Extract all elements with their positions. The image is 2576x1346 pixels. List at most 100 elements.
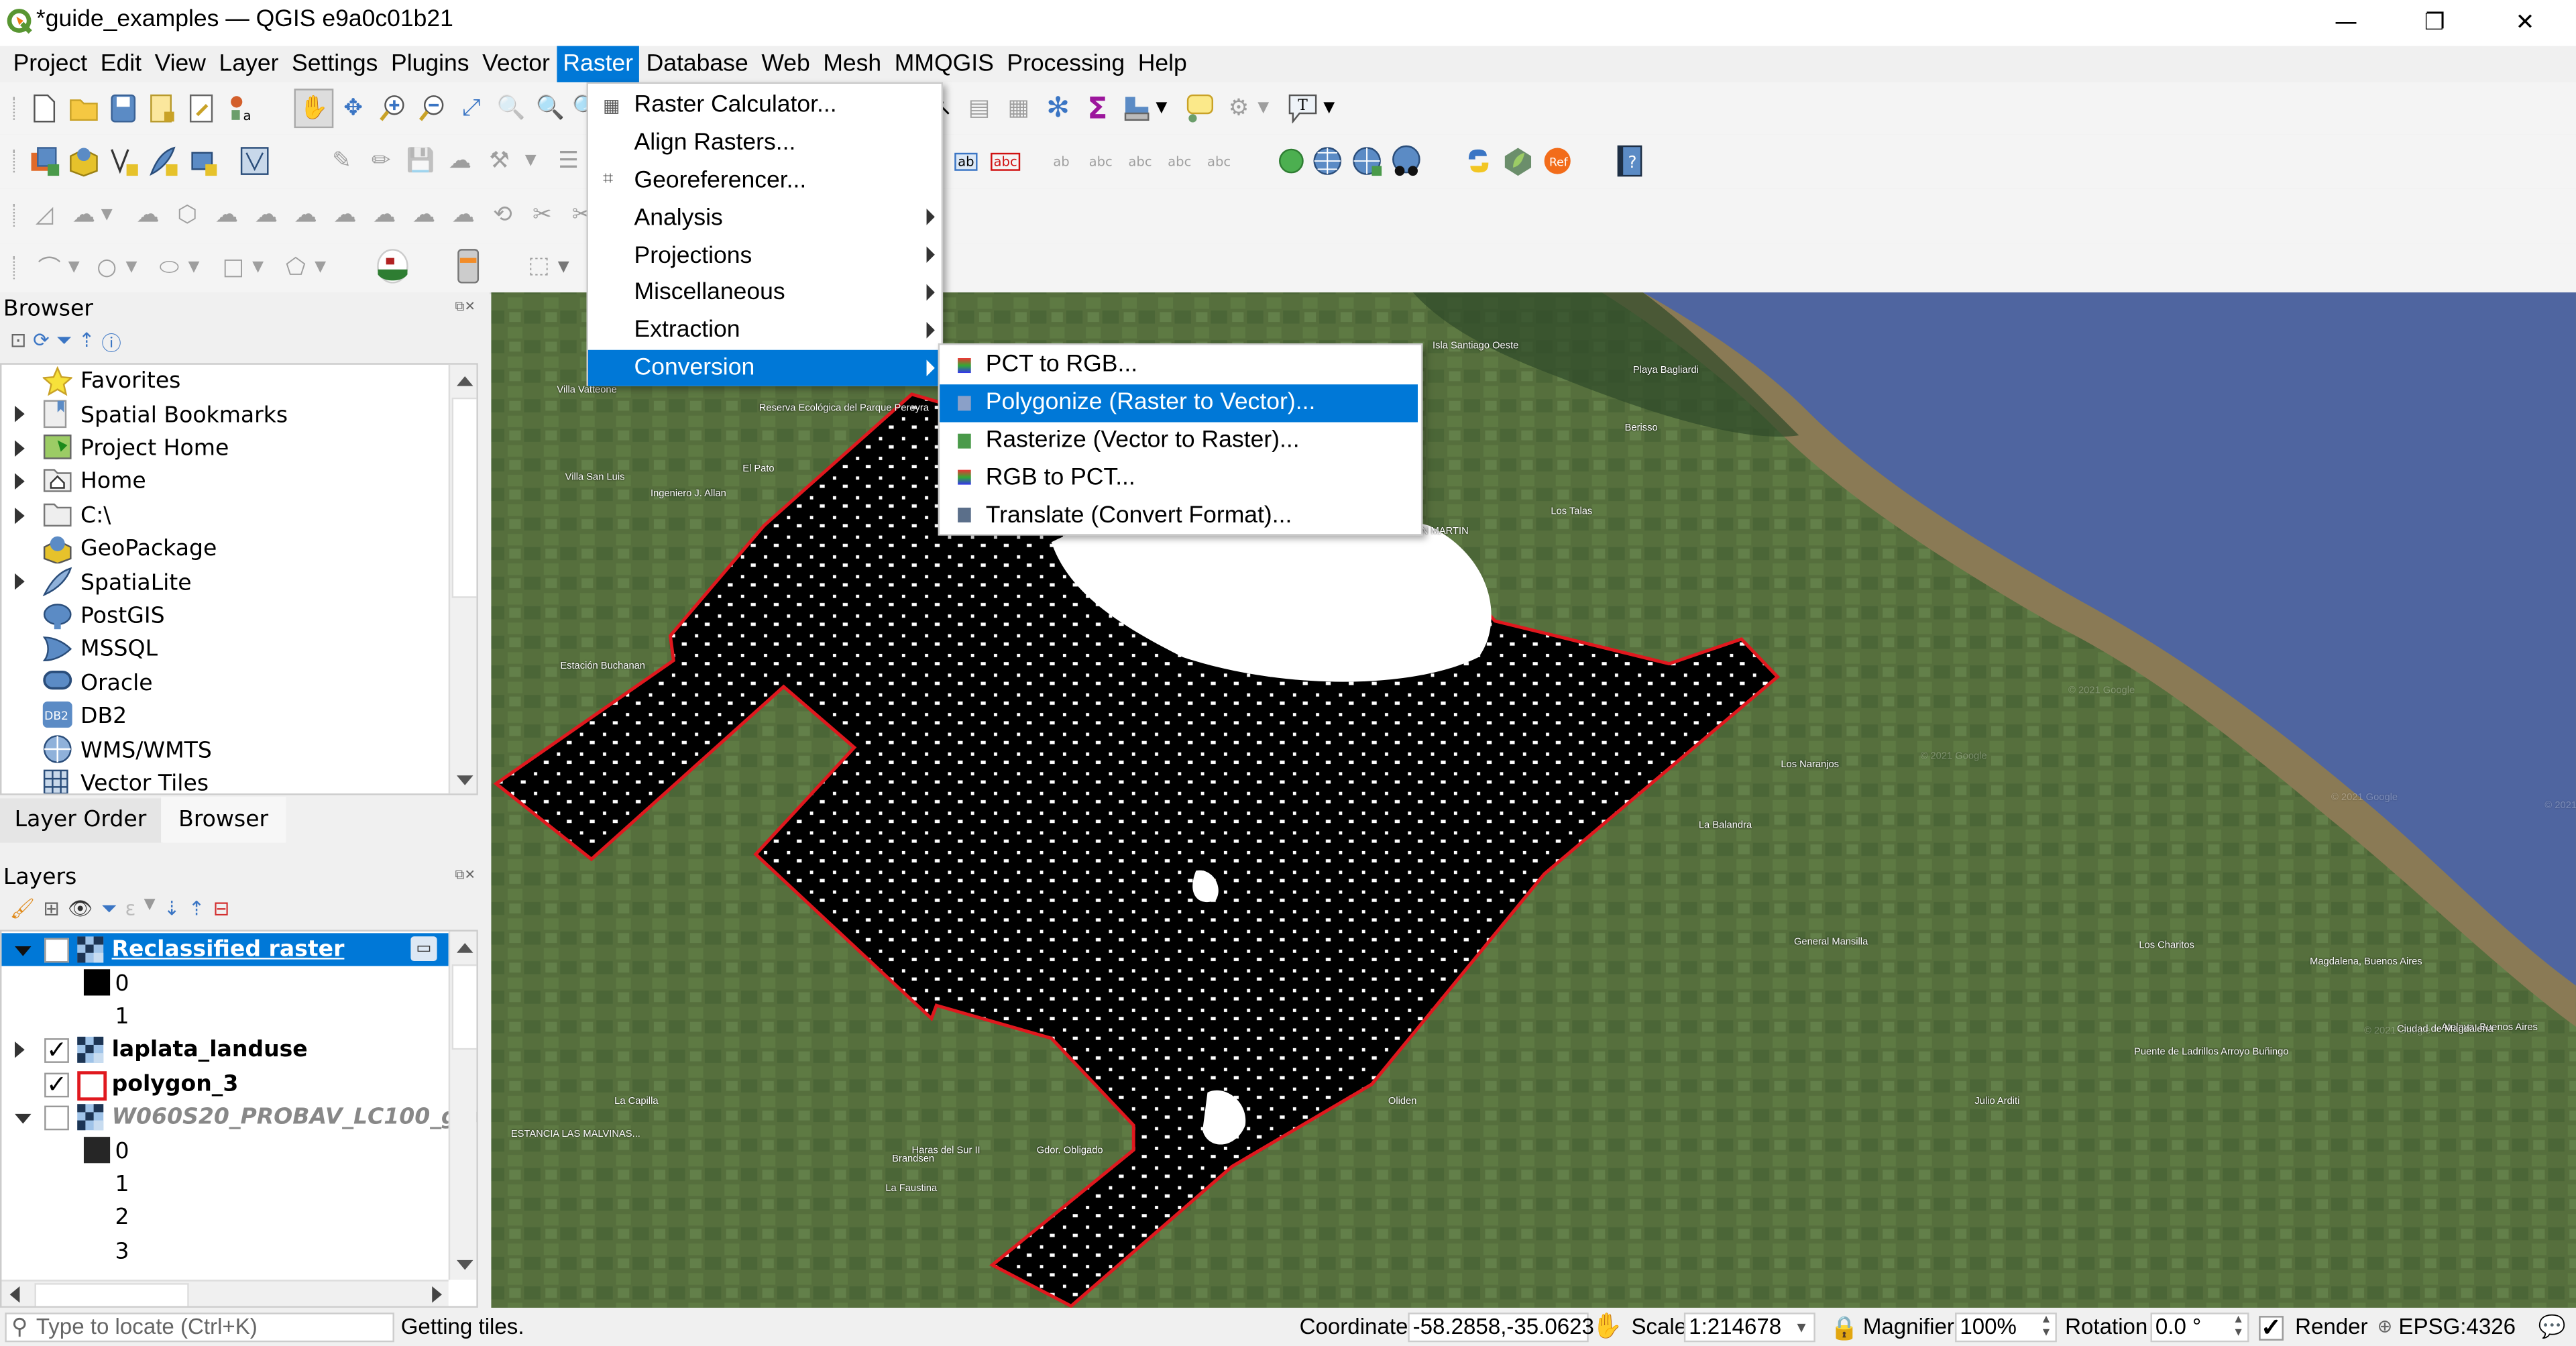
map-canvas[interactable]: Isla Santiago Oeste Playa Bagliardi Beriss… [491,292,2576,1308]
layer-item-polygon-3[interactable]: ✓ polygon_3 [1,1067,448,1101]
open-layer-styling-icon[interactable]: 🖌 [10,897,35,921]
add-part-icon[interactable]: ☁ [249,199,282,231]
add-group-icon[interactable]: ⊞ [43,897,60,921]
new-spatialite-layer-icon[interactable] [146,145,179,178]
plugin-leaf-icon[interactable] [1502,145,1534,178]
raster-menu-item-extraction[interactable]: Extraction [588,312,938,349]
add-selected-layers-icon[interactable]: ⊡ [10,329,27,357]
reshape-features-icon[interactable]: ☁ [408,199,441,231]
show-hide-labels-icon[interactable]: abc [1084,145,1117,178]
reverse-line-icon[interactable]: ⟲ [486,199,519,231]
new-geopackage-layer-icon[interactable] [67,145,100,178]
menu-web[interactable]: Web [755,46,817,82]
layer-item-reclassified-raster[interactable]: ✓ Reclassified raster ▭ [1,933,449,967]
add-circle-icon[interactable]: ○ [91,251,123,284]
collapse-arrow-icon[interactable] [15,1113,32,1124]
locator-search-input[interactable]: ⚲ Type to locate (Ctrl+K) [5,1312,394,1343]
move-feature-dropdown-icon[interactable]: ▼ [99,199,115,231]
menu-mmqgis[interactable]: MMQGIS [888,46,1001,82]
panel-float-close-icons[interactable]: ⧉✕ [455,299,475,315]
pin-labels-icon[interactable]: ab [1045,145,1078,178]
layer-indicator-icon[interactable]: ▭ [410,936,437,962]
collapse-all-icon[interactable]: ⇡ [78,329,95,357]
scroll-up-icon[interactable] [456,376,473,386]
toolbar-grip[interactable] [13,203,18,227]
browser-item-wms-wmts[interactable]: WMS/WMTS [1,733,448,767]
browser-item-home[interactable]: Home [1,465,448,499]
zoom-to-selection-icon[interactable]: 🔍 [494,92,527,125]
refresh-icon[interactable]: ⟳ [33,329,50,357]
collapse-all-icon[interactable]: ⇡ [188,897,205,921]
vertex-dropdown-icon[interactable]: ▼ [522,145,539,178]
menu-settings[interactable]: Settings [285,46,384,82]
move-feature-icon[interactable]: ☁ [67,199,100,231]
zoom-out-icon[interactable] [416,92,449,125]
raster-menu-item-raster-calculator[interactable]: ▦ Raster Calculator... [588,87,938,125]
browser-item-c[interactable]: C:\ [1,499,448,532]
raster-menu-item-conversion[interactable]: Conversion [587,349,938,387]
filter-by-expression-icon[interactable]: ε [125,897,136,921]
new-print-layout-icon[interactable] [146,92,179,125]
expand-arrow-icon[interactable] [15,439,25,457]
save-edits-icon[interactable]: 💾 [404,145,437,178]
add-regular-polygon-icon[interactable]: ⬠ [279,251,312,284]
menu-raster[interactable]: Raster [556,46,640,82]
data-source-manager-icon[interactable] [28,145,61,178]
browser-scrollbar[interactable] [448,364,477,794]
scroll-up-icon[interactable] [456,943,473,953]
delete-ring-icon[interactable]: ☁ [329,199,361,231]
layers-horizontal-scrollbar[interactable] [1,1280,449,1306]
expand-arrow-icon[interactable] [15,1042,25,1059]
toolbar-grip[interactable] [13,256,18,280]
raster-menu-item-projections[interactable]: Projections [588,237,938,274]
raster-menu-item-analysis[interactable]: Analysis [588,199,938,237]
scale-combobox[interactable]: 1:214678 ▼ [1683,1312,1815,1343]
conversion-item-rgb-to-pct[interactable]: RGB to PCT... [940,459,1418,496]
pan-to-selection-icon[interactable]: ✥ [337,92,370,125]
filter-legend-icon[interactable]: ⏷ [101,897,117,921]
scrollbar-thumb[interactable] [451,397,477,598]
raster-menu-item-georeferencer[interactable]: ⌗ Georeferencer... [588,162,938,200]
menu-project[interactable]: Project [7,46,94,82]
scroll-down-icon[interactable] [456,775,473,785]
browser-item-postgis[interactable]: PostGIS [1,600,448,633]
conversion-item-pct-to-rgb[interactable]: PCT to RGB... [940,347,1418,384]
wms-search-icon[interactable] [1311,145,1344,178]
expand-arrow-icon[interactable] [15,473,25,490]
filter-dropdown-icon[interactable]: ▼ [144,897,156,921]
toolbar-grip[interactable] [13,97,18,120]
scroll-left-icon[interactable] [9,1286,20,1303]
python-console-icon[interactable] [1462,145,1495,178]
modify-attributes-icon[interactable]: ☰ [552,145,585,178]
fill-ring-icon[interactable]: ☁ [289,199,322,231]
render-checkbox[interactable]: ✓ [2259,1316,2284,1341]
messages-icon[interactable]: 💬 [2538,1314,2566,1341]
layer-visibility-checkbox[interactable]: ✓ [44,937,69,963]
open-attribute-table-icon[interactable]: ▤ [962,92,995,125]
tab-layer-order[interactable]: Layer Order [0,798,163,843]
raster-menu-item-miscellaneous[interactable]: Miscellaneous [588,274,938,312]
conversion-item-translate-convert-format[interactable]: Translate (Convert Format)... [940,496,1418,534]
browser-item-db2[interactable]: DB2 DB2 [1,700,448,734]
restore-button[interactable]: ❐ [2397,0,2473,46]
browser-item-spatialite[interactable]: SpatiaLite [1,566,448,600]
menu-view[interactable]: View [148,46,213,82]
layer-diagram-options-icon[interactable]: abc [989,145,1022,178]
measure-line-icon[interactable] [1121,92,1154,125]
scroll-right-icon[interactable] [432,1286,442,1303]
layer-visibility-checkbox[interactable] [44,1105,69,1131]
browser-item-geopackage[interactable]: GeoPackage [1,532,448,566]
manage-visibility-eye-icon[interactable]: 👁 [68,897,93,921]
menu-plugins[interactable]: Plugins [384,46,475,82]
tab-browser[interactable]: Browser [161,797,286,843]
field-calculator-icon[interactable]: ▦ [1002,92,1035,125]
browser-item-mssql[interactable]: MSSQL [1,633,448,667]
farm-plugin-icon[interactable] [376,249,409,284]
raster-menu-item-align-rasters[interactable]: Align Rasters... [588,125,938,162]
run-action-icon[interactable]: ⚙ [1223,92,1255,125]
geocoder-binoculars-icon[interactable] [1390,145,1422,178]
browser-item-oracle[interactable]: Oracle [1,667,448,700]
scroll-down-icon[interactable] [456,1259,473,1270]
menu-processing[interactable]: Processing [1001,46,1131,82]
conversion-item-polygonize-raster-to-vector[interactable]: Polygonize (Raster to Vector)... [940,384,1418,422]
